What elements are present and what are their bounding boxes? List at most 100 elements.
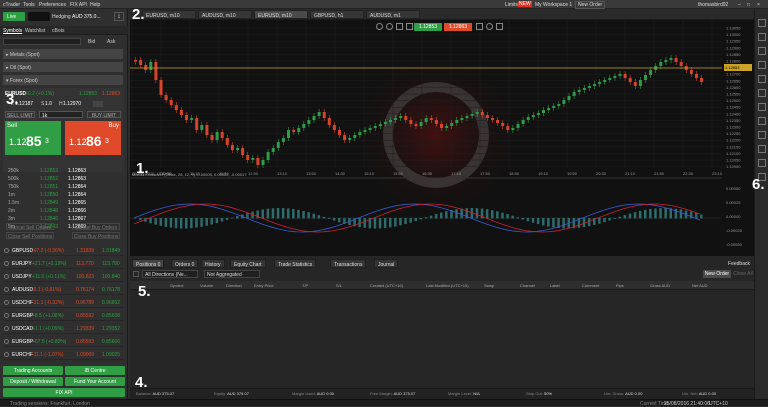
symbol-search-input[interactable] xyxy=(3,38,81,45)
expand-icon[interactable] xyxy=(4,326,9,331)
new-order-button[interactable]: New Order xyxy=(703,270,731,278)
horizontal-line-icon[interactable] xyxy=(758,61,766,69)
maximize-icon[interactable]: □ xyxy=(747,2,750,8)
chart-tab-2[interactable]: AUDUSD, m10 xyxy=(198,10,252,19)
bottom-tab-journal[interactable]: Journal xyxy=(374,259,399,268)
tab-symbols[interactable]: Symbols xyxy=(3,28,22,34)
ladder-row[interactable]: 1.5m 1.12849 1.12865 xyxy=(4,200,124,208)
sell-button[interactable]: Sell 1.12 85 3 xyxy=(5,121,61,155)
ruler-icon[interactable] xyxy=(758,159,766,167)
expand-icon[interactable] xyxy=(4,248,9,253)
expand-icon[interactable] xyxy=(4,313,9,318)
close-all-button[interactable]: Close All xyxy=(733,270,753,278)
account-balance[interactable]: AUD 375.0... xyxy=(72,14,101,20)
watchlist-row[interactable]: EURGBP +67.5 (+0.80%) 0.85593 0.85606 xyxy=(4,337,124,347)
chart-icon[interactable] xyxy=(93,101,103,107)
column-header[interactable]: Direction xyxy=(226,283,242,288)
arrow-icon[interactable] xyxy=(758,145,766,153)
chart-area[interactable]: 1.13050 1.13000 1.12950 1.12900 1.12850 1.128… xyxy=(130,20,754,256)
group-oil[interactable]: ▸ Oil (Spot) xyxy=(3,62,123,72)
new-order-top-button[interactable]: New Order xyxy=(575,1,606,9)
watchlist-row[interactable]: EURCHF -11.1 (-1.07%) 1.09008 1.09025 xyxy=(4,350,124,360)
column-header[interactable]: Swap xyxy=(484,283,494,288)
watchlist-row[interactable]: USDJPY +11.6 (+0.11%) 100.823 100.840 xyxy=(4,272,124,282)
column-header[interactable]: Entry Price xyxy=(254,283,274,288)
trendline-icon[interactable] xyxy=(758,47,766,55)
buy-button[interactable]: Buy 1.12 86 3 xyxy=(65,121,121,155)
filter-icon[interactable] xyxy=(133,271,139,277)
ladder-row[interactable]: 500k 1.12852 1.12863 xyxy=(4,176,124,184)
column-header[interactable]: Symbol xyxy=(170,283,183,288)
fibonacci-icon[interactable] xyxy=(758,103,766,111)
rectangle-icon[interactable] xyxy=(758,117,766,125)
column-header[interactable]: S/L xyxy=(336,283,342,288)
fix-api-button[interactable]: FIX API xyxy=(3,388,125,397)
column-header[interactable]: Gross AUD xyxy=(650,283,670,288)
watchlist-row[interactable]: AUDUSD -6.1 (-0.81%) 0.76174 0.76178 xyxy=(4,285,124,295)
cursor-icon[interactable] xyxy=(758,19,766,27)
direction-filter[interactable]: All Directions (Ne... xyxy=(142,270,198,278)
minimize-icon[interactable]: – xyxy=(738,2,741,8)
username[interactable]: thomasbird92 xyxy=(698,2,728,8)
cancel-sell-orders-button[interactable]: Cancel Sell Orders xyxy=(6,223,54,231)
watchlist-row[interactable]: USDCHF -31.1 (-0.32%) 0.96789 0.96802 xyxy=(4,298,124,308)
text-icon[interactable] xyxy=(758,131,766,139)
menu-tools[interactable]: Tools xyxy=(23,2,35,8)
volume-input[interactable]: 1k xyxy=(39,111,83,119)
channel-icon[interactable] xyxy=(758,89,766,97)
chart-sell-price[interactable]: 1.12853 xyxy=(414,23,442,31)
chart-tab-1[interactable]: EURUSD, m10 xyxy=(142,10,196,19)
chart-tab-4[interactable]: GBPUSD, h1 xyxy=(310,10,364,19)
buy-limit-button[interactable]: BUY LIMIT xyxy=(87,111,121,119)
ladder-row[interactable]: 1m 1.12850 1.12864 xyxy=(4,192,124,200)
bottom-tab-orders[interactable]: Orders 0 xyxy=(171,259,199,268)
ladder-row[interactable]: 250k 1.12853 1.12863 xyxy=(4,168,124,176)
expand-icon[interactable] xyxy=(4,287,9,292)
watchlist-row[interactable]: GBPUSD -47.2 (-0.36%) 1.31839 1.31849 xyxy=(4,246,124,256)
zoom-out-icon[interactable] xyxy=(376,23,383,30)
watchlist-row[interactable]: USDCAD +1.1 (+0.09%) 1.29339 1.29352 xyxy=(4,324,124,334)
zoom-in-icon[interactable] xyxy=(386,23,393,30)
sell-limit-button[interactable]: SELL LIMIT xyxy=(5,111,35,119)
bottom-tab-transactions[interactable]: Transactions xyxy=(330,259,367,268)
group-metals[interactable]: ▸ Metals (Spot) xyxy=(3,49,123,59)
expand-icon[interactable] xyxy=(4,300,9,305)
chart-type-icon[interactable] xyxy=(396,23,403,30)
crosshair-icon[interactable] xyxy=(758,33,766,41)
close-buy-positions-button[interactable]: Close Buy Positions xyxy=(72,232,120,240)
aggregation-filter[interactable]: Not Aggregated xyxy=(204,270,260,278)
menu-help[interactable]: Help xyxy=(90,2,100,8)
bottom-tab-equity-chart[interactable]: Equity Chart xyxy=(230,259,266,268)
watchlist-row[interactable]: EURGBP +8.5 (+1.08%) 0.85592 0.85608 xyxy=(4,311,124,321)
ladder-row[interactable]: 750k 1.12851 1.12864 xyxy=(4,184,124,192)
close-sell-positions-button[interactable]: Close Sell Positions xyxy=(6,232,54,240)
ib-centre-button[interactable]: IB Centre xyxy=(65,366,125,375)
vertical-line-icon[interactable] xyxy=(758,75,766,83)
settings-icon[interactable] xyxy=(486,23,493,30)
fund-account-button[interactable]: Fund Your Account xyxy=(65,377,125,386)
ladder-row[interactable]: 2m 1.12848 1.12866 xyxy=(4,208,124,216)
expand-icon[interactable] xyxy=(4,261,9,266)
expand-icon[interactable] xyxy=(4,352,9,357)
column-header[interactable]: Channel xyxy=(520,283,535,288)
download-icon[interactable]: ⤓ xyxy=(114,12,124,21)
tab-cbots[interactable]: cBots xyxy=(52,28,65,34)
chart-buy-price[interactable]: 1.12863 xyxy=(444,23,472,31)
deposit-withdrawal-button[interactable]: Deposit / Withdrawal xyxy=(3,377,63,386)
group-forex[interactable]: ▾ Forex (Spot) xyxy=(3,75,123,85)
timezone-select[interactable]: UTC+10 xyxy=(709,401,728,407)
column-header[interactable]: Pips xyxy=(616,283,624,288)
live-badge[interactable]: Live xyxy=(3,12,25,21)
menu-fix-api[interactable]: FIX API xyxy=(70,2,87,8)
column-header[interactable]: Label xyxy=(550,283,560,288)
menu-preferences[interactable]: Preferences xyxy=(39,2,66,8)
column-header[interactable]: Last Modified (UTC+10) xyxy=(426,283,469,288)
trading-accounts-button[interactable]: Trading Accounts xyxy=(3,366,63,375)
column-header[interactable]: Net AUD xyxy=(692,283,708,288)
chart-tab-3[interactable]: EURUSD, m10 xyxy=(254,10,308,19)
feedback-link[interactable]: Feedback xyxy=(728,261,750,267)
bottom-tab-positions[interactable]: Positions 0 xyxy=(132,259,165,268)
camera-icon[interactable] xyxy=(476,23,483,30)
watchlist-row[interactable]: EURJPY +21.7 (+0.19%) 113.770 113.780 xyxy=(4,259,124,269)
chart-tab-5[interactable]: AUDUSD, m1 xyxy=(366,10,420,19)
